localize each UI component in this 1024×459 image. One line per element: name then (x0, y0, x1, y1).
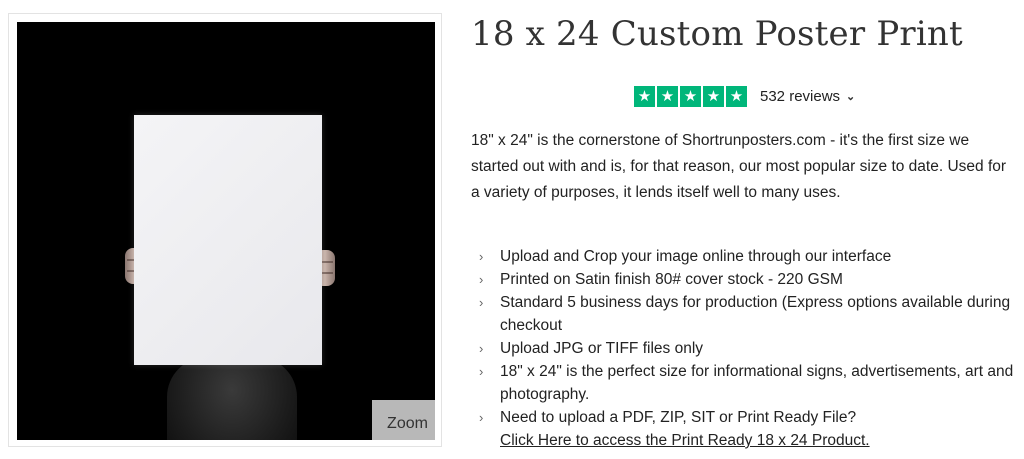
star-icon: ★ (657, 86, 678, 107)
reviews-count: 532 reviews (760, 88, 841, 105)
chevron-right-icon: › (479, 272, 484, 287)
feature-text: Upload JPG or TIFF files only (500, 340, 704, 357)
feature-text: Upload and Crop your image online throug… (500, 248, 892, 265)
feature-item: › Need to upload a PDF, ZIP, SIT or Prin… (479, 406, 1019, 452)
chevron-right-icon: › (479, 295, 484, 310)
star-icon: ★ (680, 86, 701, 107)
product-image[interactable]: Zoom (17, 22, 435, 440)
print-ready-link[interactable]: Click Here to access the Print Ready 18 … (500, 432, 870, 449)
star-icon: ★ (726, 86, 747, 107)
product-gallery: Zoom (8, 13, 442, 447)
feature-text: Printed on Satin finish 80# cover stock … (500, 271, 843, 288)
star-icon: ★ (634, 86, 655, 107)
product-description: 18" x 24" is the cornerstone of Shortrun… (471, 132, 1007, 201)
feature-item: › Upload and Crop your image online thro… (479, 245, 1019, 268)
chevron-right-icon: › (479, 341, 484, 356)
person-silhouette (167, 357, 297, 440)
feature-list: › Upload and Crop your image online thro… (479, 245, 1019, 452)
rating-widget[interactable]: ★ ★ ★ ★ ★ 532 reviews ⌄ (634, 86, 855, 107)
chevron-right-icon: › (479, 410, 484, 425)
star-rating: ★ ★ ★ ★ ★ (634, 86, 747, 107)
feature-text: Standard 5 business days for production … (500, 294, 1011, 334)
reviews-toggle[interactable]: 532 reviews ⌄ (760, 88, 855, 105)
feature-item: › Upload JPG or TIFF files only (479, 337, 1019, 360)
zoom-button[interactable]: Zoom (372, 400, 435, 440)
feature-item: › 18" x 24" is the perfect size for info… (479, 360, 1019, 406)
feature-text: Need to upload a PDF, ZIP, SIT or Print … (500, 409, 857, 426)
feature-item: › Standard 5 business days for productio… (479, 291, 1019, 337)
product-title: 18 x 24 Custom Poster Print (471, 14, 963, 54)
star-icon: ★ (703, 86, 724, 107)
chevron-right-icon: › (479, 364, 484, 379)
feature-text: 18" x 24" is the perfect size for inform… (500, 363, 1014, 403)
feature-item: › Printed on Satin finish 80# cover stoc… (479, 268, 1019, 291)
chevron-down-icon: ⌄ (846, 91, 856, 103)
chevron-right-icon: › (479, 249, 484, 264)
blank-poster (134, 115, 322, 365)
